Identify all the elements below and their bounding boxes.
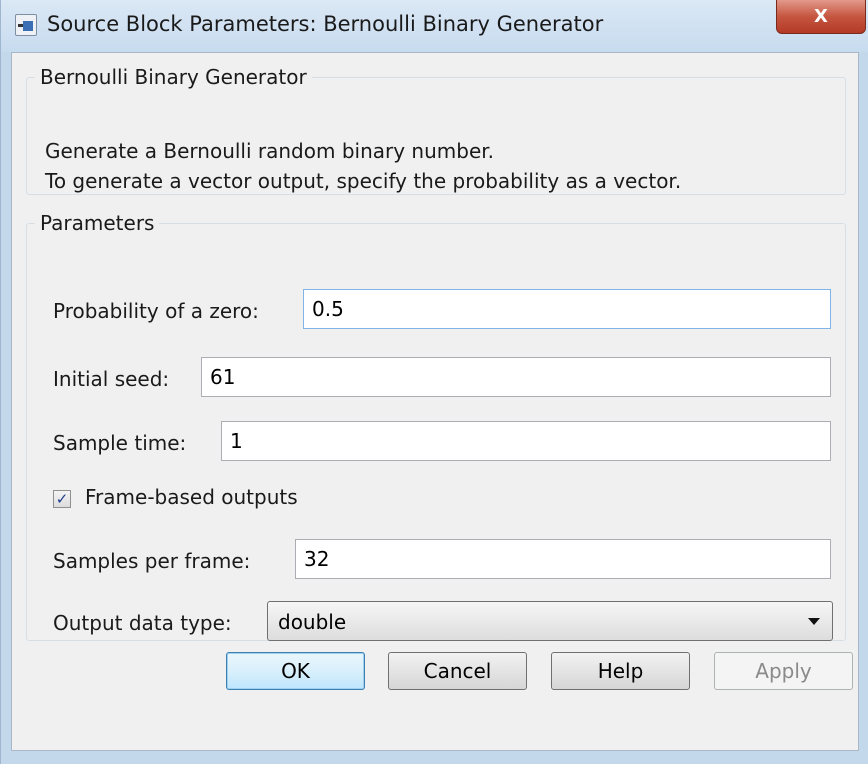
help-button[interactable]: Help xyxy=(551,652,690,690)
parameters-group: Parameters Probability of a zero: Initia… xyxy=(26,211,846,641)
apply-button[interactable]: Apply xyxy=(714,652,853,690)
simulink-block-icon xyxy=(15,14,37,36)
title-bar[interactable]: Source Block Parameters: Bernoulli Binar… xyxy=(1,0,868,52)
output-data-type-value: double xyxy=(278,610,347,634)
description-line-1: Generate a Bernoulli random binary numbe… xyxy=(45,139,494,163)
output-data-type-select[interactable]: double xyxy=(267,601,833,641)
frame-based-label[interactable]: Frame-based outputs xyxy=(85,485,298,509)
sample-time-label: Sample time: xyxy=(53,431,187,455)
parameters-group-title: Parameters xyxy=(40,211,155,235)
ok-button[interactable]: OK xyxy=(226,652,365,690)
window-title: Source Block Parameters: Bernoulli Binar… xyxy=(47,12,604,36)
probability-input[interactable] xyxy=(303,289,831,329)
sample-time-input[interactable] xyxy=(221,421,831,461)
description-line-2: To generate a vector output, specify the… xyxy=(45,169,682,193)
chevron-down-icon xyxy=(808,618,820,625)
dialog-window: Source Block Parameters: Bernoulli Binar… xyxy=(0,0,868,764)
dialog-content: Bernoulli Binary Generator Generate a Be… xyxy=(11,52,859,751)
samples-per-frame-label: Samples per frame: xyxy=(53,549,251,573)
description-group-title: Bernoulli Binary Generator xyxy=(40,65,307,89)
samples-per-frame-input[interactable] xyxy=(295,539,831,579)
initial-seed-label: Initial seed: xyxy=(53,367,170,391)
description-group: Bernoulli Binary Generator Generate a Be… xyxy=(26,65,846,195)
probability-label: Probability of a zero: xyxy=(53,299,259,323)
cancel-button[interactable]: Cancel xyxy=(388,652,527,690)
close-button[interactable]: X xyxy=(776,0,866,34)
frame-based-checkbox[interactable]: ✓ xyxy=(53,490,71,508)
initial-seed-input[interactable] xyxy=(201,357,831,397)
output-data-type-label: Output data type: xyxy=(53,611,232,635)
